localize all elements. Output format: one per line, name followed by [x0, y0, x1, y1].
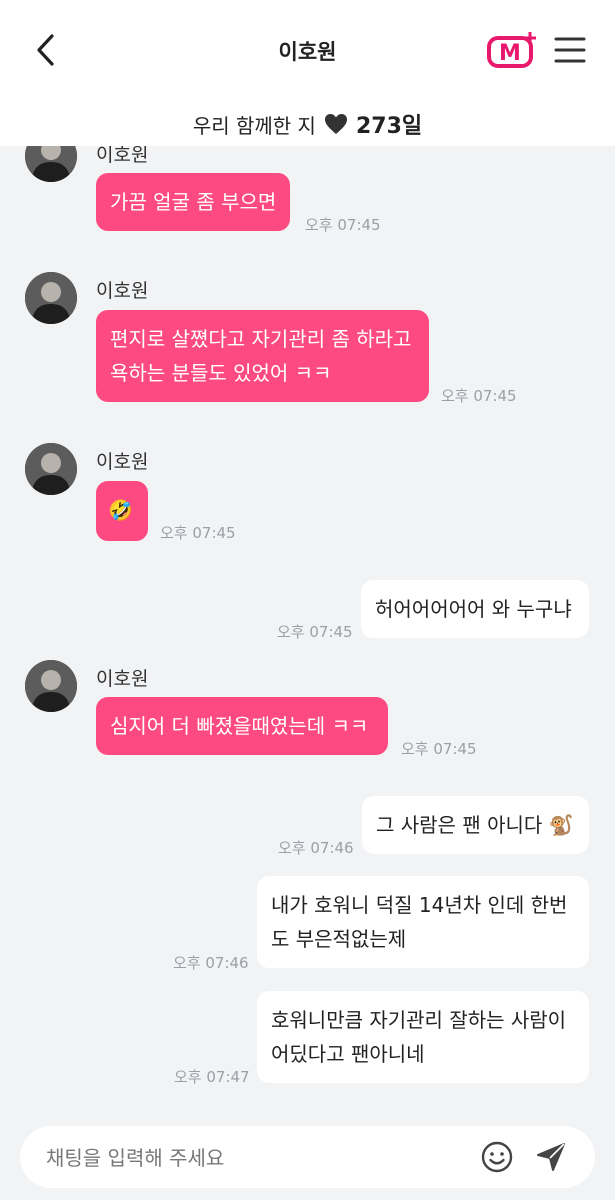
message-time: 오후 07:45 — [277, 623, 353, 641]
message-time: 오후 07:45 — [160, 524, 236, 542]
chat-input[interactable] — [44, 1142, 468, 1174]
message-time: 오후 07:45 — [401, 740, 477, 758]
days-together-label: 우리 함께한 지 — [192, 113, 316, 138]
message-bubble[interactable]: 허어어어어어 와 누구냐 — [361, 580, 589, 638]
mnet-plus-logo[interactable]: M — [486, 30, 538, 70]
message-time: 오후 07:47 — [174, 1068, 250, 1086]
chat-input-container — [20, 1126, 595, 1188]
message-bubble[interactable]: 그 사람은 팬 아니다 🐒 — [362, 796, 589, 854]
hamburger-menu-icon — [554, 37, 586, 63]
sender-name: 이호원 — [96, 668, 149, 690]
menu-button[interactable] — [553, 34, 587, 66]
sender-name: 이호원 — [96, 280, 149, 302]
chat-messages[interactable]: 이호원 가끔 얼굴 좀 부으면 오후 07:45 이호원 편지로 살쪘다고 자기… — [0, 146, 615, 1110]
avatar[interactable] — [25, 272, 77, 324]
days-together-bar: 우리 함께한 지 273일 — [0, 100, 615, 146]
heart-icon — [324, 114, 347, 134]
send-icon — [537, 1143, 565, 1171]
smiley-icon — [481, 1141, 513, 1173]
message-time: 오후 07:46 — [173, 954, 249, 972]
svg-text:M: M — [499, 41, 521, 66]
emoji-button[interactable] — [480, 1140, 514, 1174]
sender-name: 이호원 — [96, 146, 149, 166]
message-time: 오후 07:46 — [278, 839, 354, 857]
message-time: 오후 07:45 — [305, 216, 381, 234]
sender-name: 이호원 — [96, 451, 149, 473]
message-time: 오후 07:45 — [441, 387, 517, 405]
days-count: 273일 — [355, 114, 423, 139]
message-bubble[interactable]: 심지어 더 빠졌을때였는데 ㅋㅋ — [96, 697, 388, 755]
message-bubble[interactable]: 가끔 얼굴 좀 부으면 — [96, 173, 291, 231]
message-bubble[interactable]: 🤣 — [96, 481, 148, 541]
send-button[interactable] — [534, 1140, 568, 1174]
avatar[interactable] — [25, 660, 77, 712]
message-bubble[interactable]: 호워니만큼 자기관리 잘하는 사람이 어딨다고 팬아니네 — [257, 991, 589, 1083]
avatar[interactable] — [25, 443, 77, 495]
avatar[interactable] — [25, 146, 77, 182]
message-bubble[interactable]: 편지로 살쪘다고 자기관리 좀 하라고 욕하는 분들도 있었어 ㅋㅋ — [96, 310, 429, 402]
message-bubble[interactable]: 내가 호워니 덕질 14년차 인데 한번도 부은적없는제 — [257, 876, 589, 968]
chat-input-bar — [0, 1110, 615, 1200]
chat-header: 이호원 M — [0, 0, 615, 100]
